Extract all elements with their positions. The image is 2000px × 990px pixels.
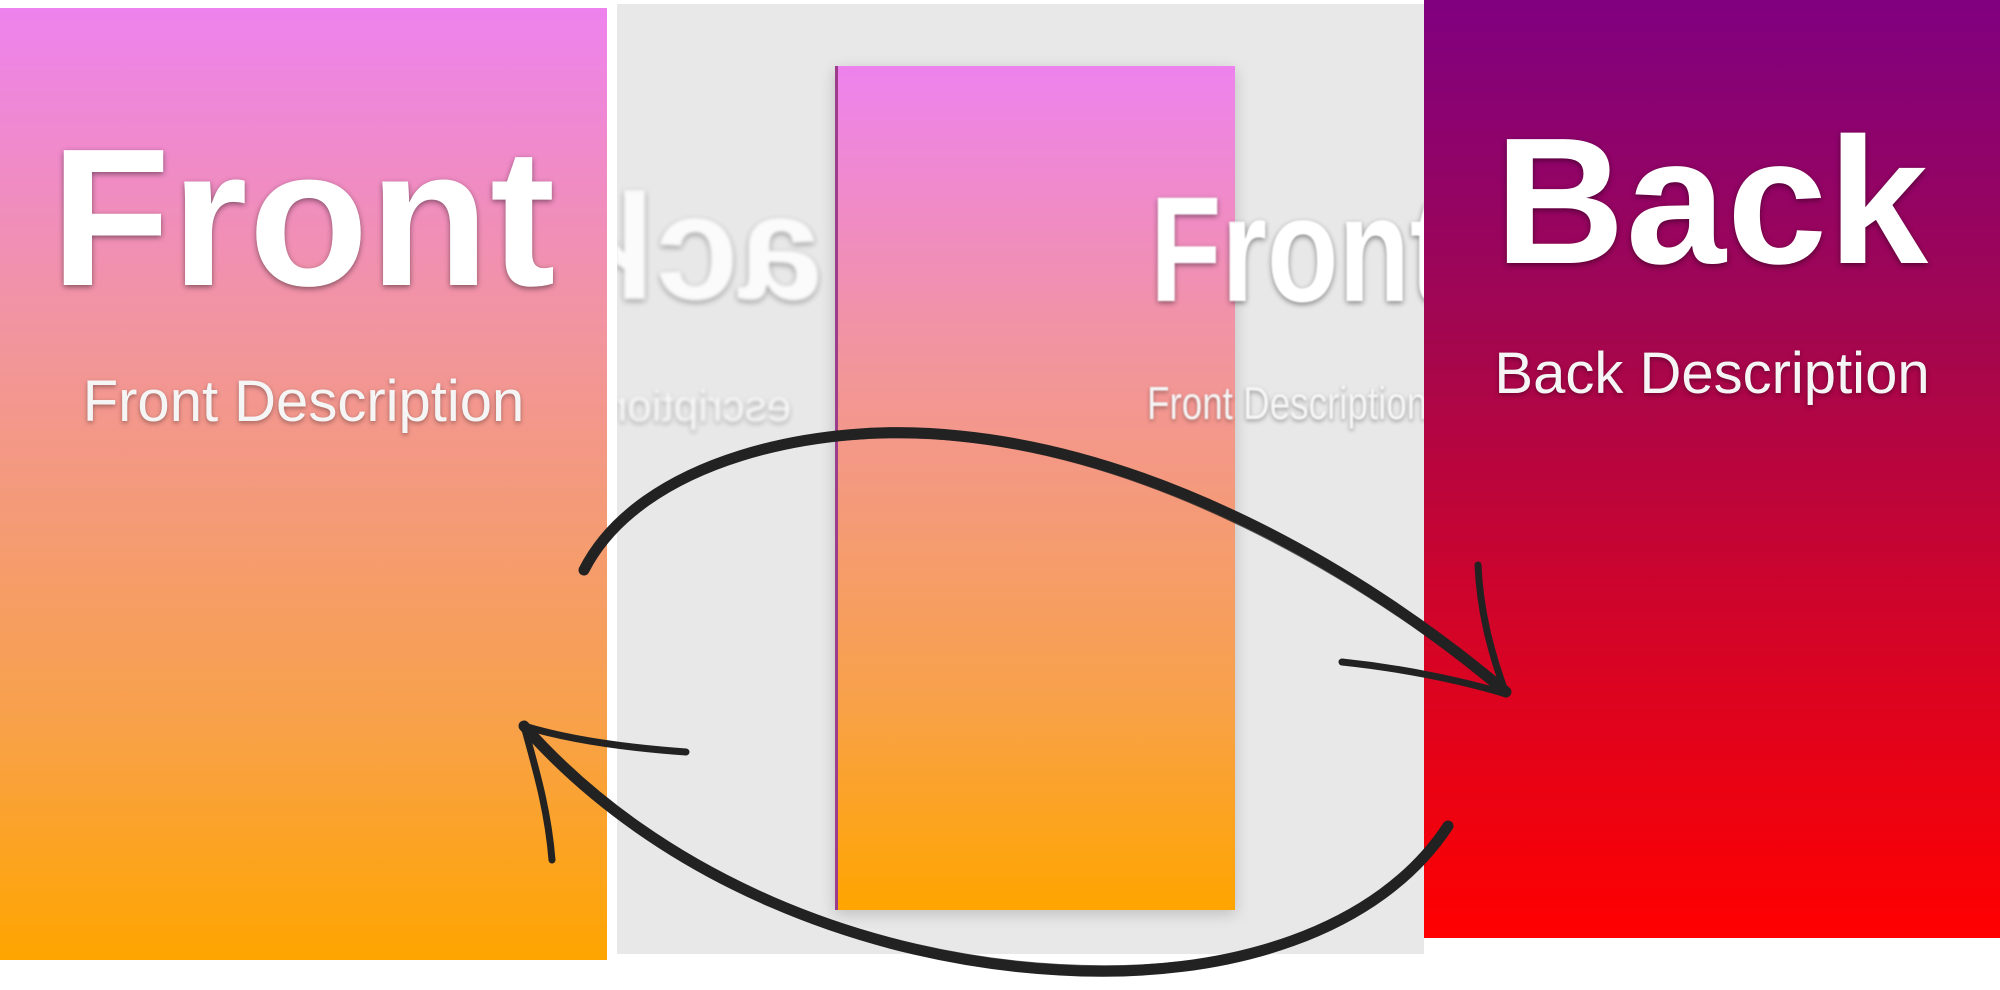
flip-animation-panel: ack escription Front Front Description bbox=[617, 4, 1424, 954]
front-card[interactable]: Front Front Description bbox=[0, 8, 607, 960]
flipping-front-description: Front Description bbox=[1147, 377, 1424, 429]
back-card-title: Back bbox=[1494, 101, 1930, 302]
front-card-title: Front bbox=[50, 108, 557, 327]
back-card-description: Back Description bbox=[1494, 341, 1930, 406]
flip-card-demo: Front Front Description ack escription F… bbox=[0, 0, 2000, 990]
flipping-front-face-text: Front Front Description bbox=[1117, 4, 1424, 954]
back-card[interactable]: Back Back Description bbox=[1424, 0, 2000, 938]
front-card-description: Front Description bbox=[82, 369, 525, 434]
flipping-front-title: Front bbox=[1150, 165, 1424, 333]
